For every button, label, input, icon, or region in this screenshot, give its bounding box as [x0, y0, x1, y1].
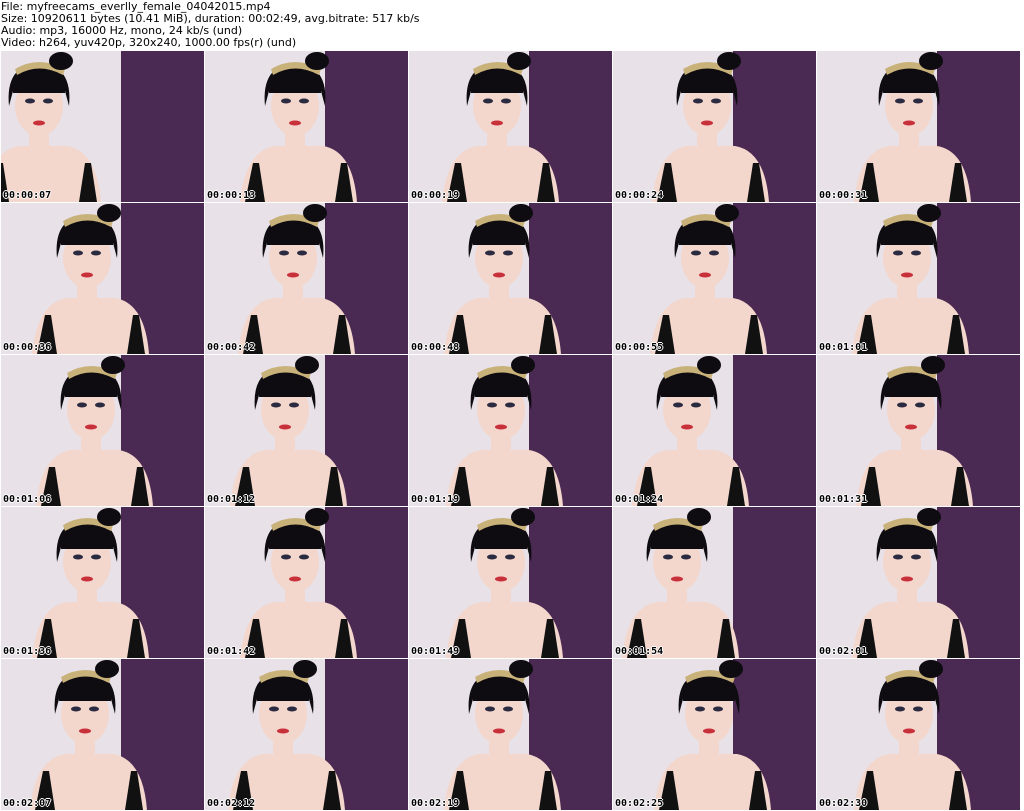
video-info: Video: h264, yuv420p, 320x240, 1000.00 f… [1, 36, 297, 49]
frame-timestamp: 00:00:48 [411, 342, 460, 353]
video-frame-thumbnail: 00:00:13 [205, 51, 408, 202]
video-frame-thumbnail: 00:01:31 [817, 355, 1020, 506]
frame-image [817, 203, 1020, 354]
frame-timestamp: 00:01:54 [615, 646, 664, 657]
frame-timestamp: 00:02:19 [411, 798, 460, 809]
frame-image [817, 659, 1020, 810]
frame-timestamp: 00:01:24 [615, 494, 664, 505]
frame-timestamp: 00:01:12 [207, 494, 256, 505]
frame-timestamp: 00:02:07 [3, 798, 52, 809]
video-frame-thumbnail: 00:01:19 [409, 355, 612, 506]
video-frame-thumbnail: 00:01:36 [1, 507, 204, 658]
frame-image [409, 507, 612, 658]
frame-timestamp: 00:01:19 [411, 494, 460, 505]
video-frame-thumbnail: 00:01:54 [613, 507, 816, 658]
frame-timestamp: 00:01:01 [819, 342, 868, 353]
video-frame-thumbnail: 00:01:24 [613, 355, 816, 506]
frame-timestamp: 00:00:55 [615, 342, 664, 353]
video-frame-thumbnail: 00:00:19 [409, 51, 612, 202]
video-frame-thumbnail: 00:02:07 [1, 659, 204, 810]
frame-image [613, 203, 816, 354]
frame-image [205, 51, 408, 202]
frame-timestamp: 00:02:25 [615, 798, 664, 809]
frame-timestamp: 00:01:31 [819, 494, 868, 505]
frame-timestamp: 00:00:19 [411, 190, 460, 201]
frame-timestamp: 00:00:13 [207, 190, 256, 201]
frame-timestamp: 00:00:36 [3, 342, 52, 353]
frame-image [205, 659, 408, 810]
video-frame-thumbnail: 00:01:49 [409, 507, 612, 658]
video-frame-thumbnail: 00:00:07 [1, 51, 204, 202]
frame-image [817, 51, 1020, 202]
frame-timestamp: 00:01:49 [411, 646, 460, 657]
frame-image [613, 51, 816, 202]
frame-timestamp: 00:00:07 [3, 190, 52, 201]
frame-timestamp: 00:00:24 [615, 190, 664, 201]
video-frame-thumbnail: 00:01:01 [817, 203, 1020, 354]
contact-sheet: File: myfreecams_everlly_female_04042015… [0, 0, 1024, 811]
frame-image [613, 355, 816, 506]
frame-timestamp: 00:01:36 [3, 646, 52, 657]
video-frame-thumbnail: 00:00:42 [205, 203, 408, 354]
video-frame-thumbnail: 00:01:12 [205, 355, 408, 506]
frame-image [409, 203, 612, 354]
video-frame-thumbnail: 00:00:24 [613, 51, 816, 202]
thumbnail-grid: 00:00:07 00:00:13 00:00:19 00:00:24 00:00:31… [1, 51, 1020, 810]
video-frame-thumbnail: 00:02:25 [613, 659, 816, 810]
frame-image [1, 507, 204, 658]
frame-timestamp: 00:00:42 [207, 342, 256, 353]
frame-timestamp: 00:02:12 [207, 798, 256, 809]
frame-image [205, 355, 408, 506]
video-info-header: File: myfreecams_everlly_female_04042015… [0, 0, 1024, 50]
video-frame-thumbnail: 00:01:42 [205, 507, 408, 658]
frame-timestamp: 00:00:31 [819, 190, 868, 201]
frame-image [613, 507, 816, 658]
video-frame-thumbnail: 00:02:12 [205, 659, 408, 810]
frame-image [1, 51, 204, 202]
frame-image [205, 203, 408, 354]
frame-image [409, 659, 612, 810]
frame-image [409, 355, 612, 506]
frame-image [817, 355, 1020, 506]
video-frame-thumbnail: 00:01:06 [1, 355, 204, 506]
frame-image [1, 355, 204, 506]
video-frame-thumbnail: 00:02:19 [409, 659, 612, 810]
frame-image [817, 507, 1020, 658]
frame-timestamp: 00:02:30 [819, 798, 868, 809]
frame-timestamp: 00:01:42 [207, 646, 256, 657]
frame-timestamp: 00:01:06 [3, 494, 52, 505]
video-frame-thumbnail: 00:00:55 [613, 203, 816, 354]
video-frame-thumbnail: 00:00:48 [409, 203, 612, 354]
frame-image [1, 659, 204, 810]
video-frame-thumbnail: 00:00:31 [817, 51, 1020, 202]
video-frame-thumbnail: 00:02:30 [817, 659, 1020, 810]
video-frame-thumbnail: 00:00:36 [1, 203, 204, 354]
frame-image [613, 659, 816, 810]
frame-timestamp: 00:02:01 [819, 646, 868, 657]
frame-image [205, 507, 408, 658]
video-frame-thumbnail: 00:02:01 [817, 507, 1020, 658]
frame-image [1, 203, 204, 354]
frame-image [409, 51, 612, 202]
